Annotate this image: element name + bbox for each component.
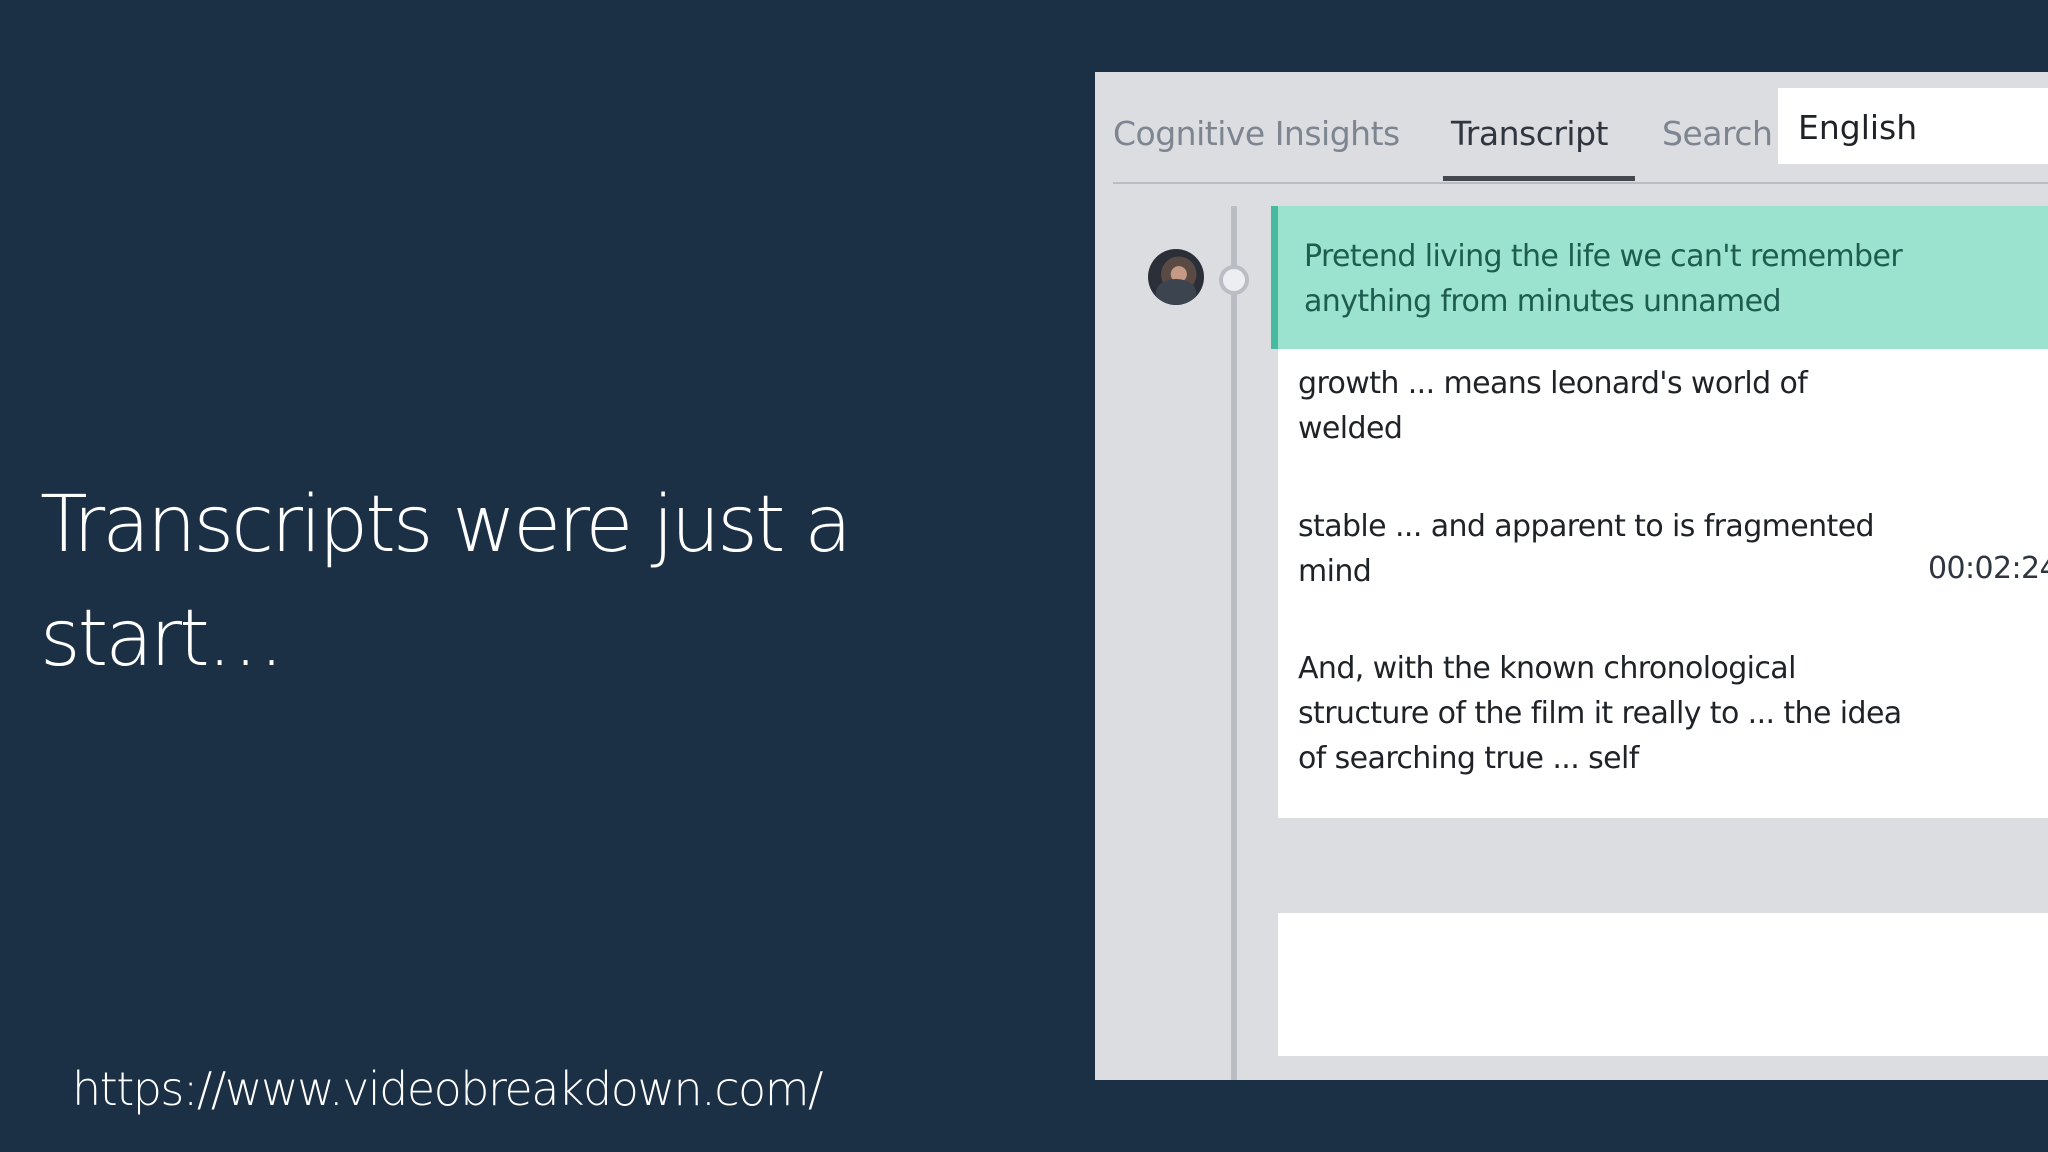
tab-bar: Cognitive Insights Transcript Search Eng… <box>1113 72 2048 184</box>
transcript-block[interactable]: growth ... means leonard's world of weld… <box>1278 349 2048 818</box>
transcript-panel-screenshot: Cognitive Insights Transcript Search Eng… <box>1095 72 2048 1080</box>
timeline-line <box>1231 206 1237 1080</box>
source-url: https://www.videobreakdown.com/ <box>72 1062 824 1116</box>
slide: Transcripts were just a start… https://w… <box>0 0 2048 1152</box>
transcript-line: And, with the known chronological struct… <box>1298 651 1902 776</box>
tab-cognitive-insights[interactable]: Cognitive Insights <box>1113 114 1400 153</box>
headline-line-1: Transcripts were just a <box>40 480 852 570</box>
active-tab-indicator <box>1443 176 1635 181</box>
transcript-highlighted-block[interactable]: Pretend living the life we can't remembe… <box>1271 206 2048 349</box>
tab-transcript[interactable]: Transcript <box>1451 114 1608 153</box>
highlighted-line: Pretend living the life we can't remembe… <box>1304 239 1903 319</box>
transcript-line: growth ... means leonard's world of weld… <box>1298 366 1808 446</box>
transcript-block-next[interactable] <box>1278 913 2048 1056</box>
language-select[interactable]: English ˅ <box>1778 88 2048 164</box>
slide-headline: Transcripts were just a start… <box>40 468 940 696</box>
tab-search[interactable]: Search <box>1662 114 1773 153</box>
timestamp[interactable]: 00:02:24 <box>1928 551 2048 586</box>
headline-line-2: start… <box>40 594 285 684</box>
speaker-avatar <box>1148 249 1204 305</box>
timeline-marker[interactable] <box>1219 265 1249 295</box>
transcript-line: stable ... and apparent to is fragmented… <box>1298 509 1875 589</box>
language-select-value: English <box>1798 108 1918 147</box>
